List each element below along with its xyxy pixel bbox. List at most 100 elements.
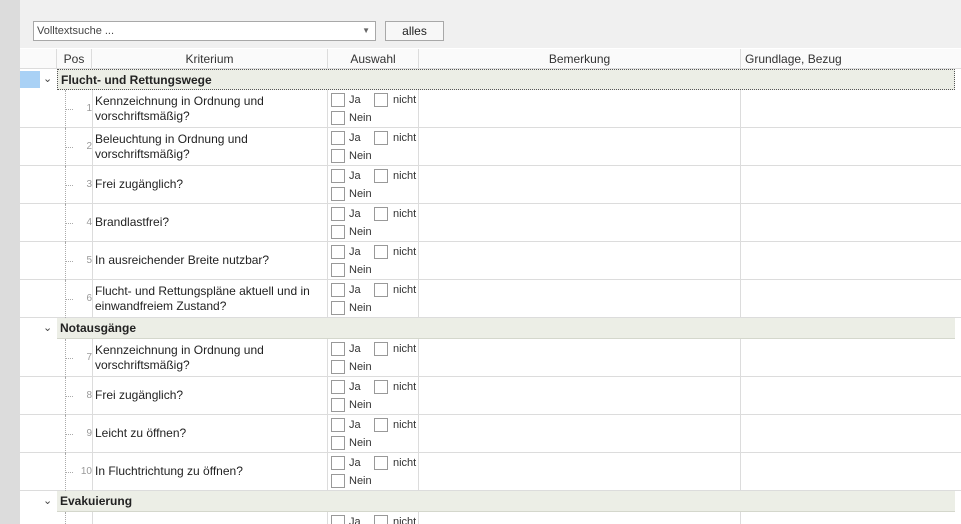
checkbox-ja[interactable] [331, 131, 345, 145]
checkbox-ja[interactable] [331, 418, 345, 432]
criterion-cell[interactable]: Brandlastfrei? [92, 204, 328, 241]
basis-cell[interactable] [741, 339, 961, 376]
basis-cell[interactable] [741, 166, 961, 203]
remark-cell[interactable] [419, 166, 741, 203]
remark-cell[interactable] [419, 280, 741, 317]
basis-cell[interactable] [741, 280, 961, 317]
table-row[interactable]: 5 In ausreichender Breite nutzbar? Ja nicht… [20, 242, 961, 280]
chevron-down-icon[interactable]: ⌄ [43, 494, 52, 507]
basis-cell[interactable] [741, 90, 961, 127]
table-row[interactable]: 6 Flucht- und Rettungspläne aktuell und i… [20, 280, 961, 318]
checkbox-nein[interactable] [331, 111, 345, 125]
checkbox-label-nicht: nicht [393, 381, 417, 393]
table-row[interactable]: 7 Kennzeichnung in Ordnung und vorschrift… [20, 339, 961, 377]
header-pos[interactable]: Pos [57, 49, 92, 68]
remark-cell[interactable] [419, 204, 741, 241]
basis-cell[interactable] [741, 242, 961, 279]
checkbox-nein[interactable] [331, 474, 345, 488]
checkbox-nicht[interactable] [374, 245, 388, 259]
checkbox-nein[interactable] [331, 436, 345, 450]
checkbox-ja[interactable] [331, 93, 345, 107]
table-row[interactable]: 3 Frei zugänglich? Ja nicht Nein [20, 166, 961, 204]
table-row[interactable]: 4 Brandlastfrei? Ja nicht Nein [20, 204, 961, 242]
criterion-cell[interactable] [92, 512, 328, 524]
checkbox-label-ja: Ja [349, 208, 361, 220]
chevron-down-icon[interactable]: ⌄ [43, 321, 52, 334]
table-row[interactable]: 8 Frei zugänglich? Ja nicht Nein [20, 377, 961, 415]
header-auswahl[interactable]: Auswahl [328, 49, 419, 68]
checkbox-nein[interactable] [331, 149, 345, 163]
checkbox-ja[interactable] [331, 456, 345, 470]
group-row[interactable]: ⌄ Flucht- und Rettungswege [20, 69, 961, 90]
criterion-cell[interactable]: Flucht- und Rettungspläne aktuell und in… [92, 280, 328, 317]
remark-cell[interactable] [419, 90, 741, 127]
basis-cell[interactable] [741, 453, 961, 490]
group-row[interactable]: ⌄ Notausgänge [20, 318, 961, 339]
remark-cell[interactable] [419, 415, 741, 452]
checkbox-ja[interactable] [331, 207, 345, 221]
checkbox-ja[interactable] [331, 245, 345, 259]
criterion-cell[interactable]: Kennzeichnung in Ordnung und vorschrifts… [92, 339, 328, 376]
checkbox-nicht[interactable] [374, 207, 388, 221]
checkbox-label-nein: Nein [349, 437, 372, 449]
basis-cell[interactable] [741, 415, 961, 452]
remark-cell[interactable] [419, 453, 741, 490]
criterion-cell[interactable]: Beleuchtung in Ordnung und vorschriftsmä… [92, 128, 328, 165]
criterion-cell[interactable]: Frei zugänglich? [92, 166, 328, 203]
basis-cell[interactable] [741, 377, 961, 414]
checkbox-nicht[interactable] [374, 342, 388, 356]
checkbox-nein[interactable] [331, 263, 345, 277]
checkbox-ja[interactable] [331, 515, 345, 524]
chevron-down-icon[interactable]: ⌄ [43, 72, 52, 85]
criterion-cell[interactable]: Leicht zu öffnen? [92, 415, 328, 452]
group-row[interactable]: ⌄ Evakuierung [20, 491, 961, 512]
basis-cell[interactable] [741, 204, 961, 241]
checkbox-label-nein: Nein [349, 226, 372, 238]
checkbox-nicht[interactable] [374, 418, 388, 432]
checkbox-nein[interactable] [331, 301, 345, 315]
criterion-cell[interactable]: In Fluchtrichtung zu öffnen? [92, 453, 328, 490]
checkbox-nicht[interactable] [374, 169, 388, 183]
checkbox-nicht[interactable] [374, 131, 388, 145]
criterion-cell[interactable]: In ausreichender Breite nutzbar? [92, 242, 328, 279]
basis-cell[interactable] [741, 128, 961, 165]
checkbox-label-nicht: nicht [393, 284, 417, 296]
criterion-cell[interactable]: Kennzeichnung in Ordnung und vorschrifts… [92, 90, 328, 127]
table-row[interactable]: 9 Leicht zu öffnen? Ja nicht Nein [20, 415, 961, 453]
criterion-cell[interactable]: Frei zugänglich? [92, 377, 328, 414]
header-kriterium[interactable]: Kriterium [92, 49, 328, 68]
checkbox-ja[interactable] [331, 342, 345, 356]
remark-cell[interactable] [419, 377, 741, 414]
checkbox-nein[interactable] [331, 225, 345, 239]
left-gutter [0, 0, 20, 524]
checkbox-ja[interactable] [331, 169, 345, 183]
checkbox-nicht[interactable] [374, 380, 388, 394]
basis-cell[interactable] [741, 512, 961, 524]
chevron-down-icon[interactable]: ▼ [362, 22, 370, 40]
search-input[interactable]: Volltextsuche ... ▼ [33, 21, 376, 41]
pos-cell: 10 [80, 466, 92, 477]
remark-cell[interactable] [419, 512, 741, 524]
remark-cell[interactable] [419, 339, 741, 376]
checkbox-nein[interactable] [331, 187, 345, 201]
checkbox-nicht[interactable] [374, 515, 388, 524]
row-selector[interactable] [20, 71, 40, 88]
remark-cell[interactable] [419, 128, 741, 165]
remark-cell[interactable] [419, 242, 741, 279]
table-row[interactable]: 10 In Fluchtrichtung zu öffnen? Ja nicht Nei… [20, 453, 961, 491]
all-button[interactable]: alles [385, 21, 444, 41]
checkbox-label-nicht: nicht [393, 132, 417, 144]
table-row[interactable]: 1 Kennzeichnung in Ordnung und vorschrift… [20, 90, 961, 128]
header-grundlage[interactable]: Grundlage, Bezug [741, 49, 961, 68]
checkbox-nicht[interactable] [374, 456, 388, 470]
checkbox-nein[interactable] [331, 360, 345, 374]
checkbox-ja[interactable] [331, 380, 345, 394]
checkbox-label-nein: Nein [349, 150, 372, 162]
checkbox-ja[interactable] [331, 283, 345, 297]
checkbox-nein[interactable] [331, 398, 345, 412]
checkbox-nicht[interactable] [374, 93, 388, 107]
table-row[interactable]: JanichtNein [20, 512, 961, 524]
checkbox-nicht[interactable] [374, 283, 388, 297]
header-bemerkung[interactable]: Bemerkung [419, 49, 741, 68]
table-row[interactable]: 2 Beleuchtung in Ordnung und vorschriftsm… [20, 128, 961, 166]
